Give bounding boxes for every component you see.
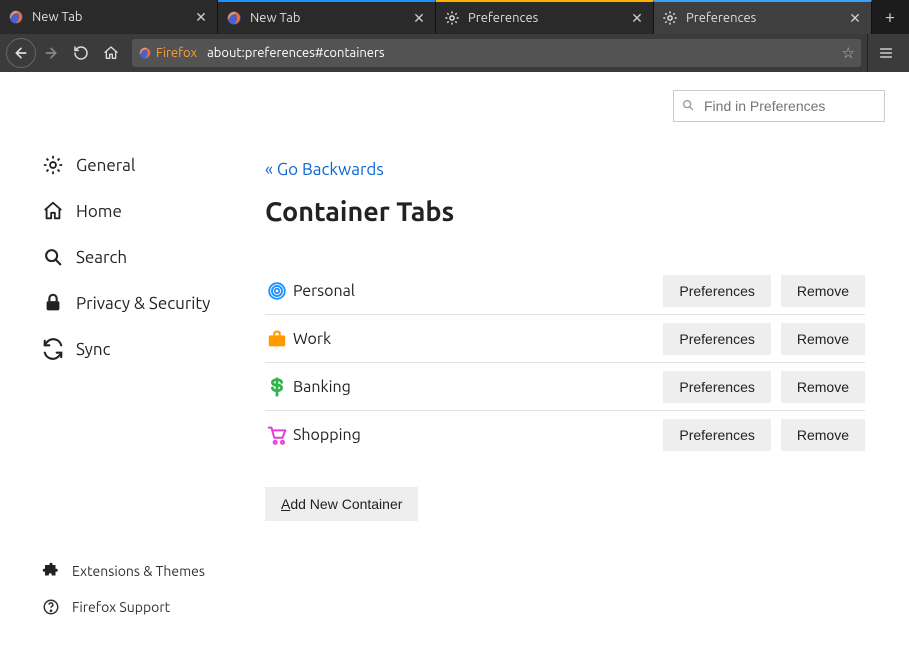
firefox-icon xyxy=(226,10,242,26)
close-icon[interactable]: ✕ xyxy=(629,10,645,26)
back-button[interactable] xyxy=(6,38,36,68)
container-remove-button[interactable]: Remove xyxy=(781,275,865,307)
tab-label: New Tab xyxy=(32,10,193,24)
tab-preferences-1[interactable]: Preferences ✕ xyxy=(436,0,654,34)
url-text: about:preferences#containers xyxy=(207,46,841,60)
container-row-banking: Banking Preferences Remove xyxy=(265,363,865,411)
tab-preferences-2[interactable]: Preferences ✕ xyxy=(654,0,872,34)
sync-icon xyxy=(40,336,66,362)
briefcase-icon xyxy=(265,327,289,351)
puzzle-icon xyxy=(40,560,62,582)
close-icon[interactable]: ✕ xyxy=(411,10,427,26)
brand-label: Firefox xyxy=(156,46,197,60)
sidebar-item-label: Search xyxy=(76,248,127,267)
sidebar-link-support[interactable]: Firefox Support xyxy=(40,589,265,625)
go-back-link[interactable]: « Go Backwards xyxy=(265,160,885,179)
lock-icon xyxy=(40,290,66,316)
sidebar-item-label: Sync xyxy=(76,340,111,359)
tab-label: Preferences xyxy=(468,11,629,25)
container-preferences-button[interactable]: Preferences xyxy=(663,275,770,307)
sidebar-link-label: Firefox Support xyxy=(72,599,170,615)
container-preferences-button[interactable]: Preferences xyxy=(663,419,770,451)
home-icon xyxy=(40,198,66,224)
sidebar-item-home[interactable]: Home xyxy=(40,188,265,234)
page-title: Container Tabs xyxy=(265,197,885,227)
gear-icon xyxy=(40,152,66,178)
fingerprint-icon xyxy=(265,279,289,303)
gear-icon xyxy=(444,10,460,26)
container-name: Banking xyxy=(293,378,653,396)
new-tab-button[interactable]: + xyxy=(872,0,908,34)
container-row-work: Work Preferences Remove xyxy=(265,315,865,363)
tab-label: New Tab xyxy=(250,11,411,25)
cart-icon xyxy=(265,423,289,447)
content-area: General Home Search Privacy & Security S… xyxy=(0,72,909,645)
close-icon[interactable]: ✕ xyxy=(193,9,209,25)
tab-label: Preferences xyxy=(686,11,847,25)
container-list: Personal Preferences Remove Work Prefere… xyxy=(265,267,865,459)
sidebar-item-label: Home xyxy=(76,202,122,221)
preferences-search-input[interactable] xyxy=(673,90,885,122)
container-row-shopping: Shopping Preferences Remove xyxy=(265,411,865,459)
sidebar-item-label: Privacy & Security xyxy=(76,294,210,313)
container-preferences-button[interactable]: Preferences xyxy=(663,371,770,403)
forward-button[interactable] xyxy=(36,38,66,68)
add-container-button[interactable]: Add New Container xyxy=(265,487,418,521)
identity-box[interactable]: Firefox xyxy=(138,46,201,60)
sidebar-item-general[interactable]: General xyxy=(40,142,265,188)
search-icon xyxy=(681,98,695,112)
container-row-personal: Personal Preferences Remove xyxy=(265,267,865,315)
sidebar-footer: Extensions & Themes Firefox Support xyxy=(40,553,265,625)
tab-strip: New Tab ✕ New Tab ✕ Preferences ✕ Prefer… xyxy=(0,0,909,34)
container-remove-button[interactable]: Remove xyxy=(781,371,865,403)
app-menu-button[interactable] xyxy=(867,34,903,72)
container-remove-button[interactable]: Remove xyxy=(781,323,865,355)
container-remove-button[interactable]: Remove xyxy=(781,419,865,451)
firefox-icon xyxy=(138,46,152,60)
help-icon xyxy=(40,596,62,618)
dollar-icon xyxy=(265,375,289,399)
sidebar-link-extensions[interactable]: Extensions & Themes xyxy=(40,553,265,589)
container-name: Work xyxy=(293,330,653,348)
tab-newtab-2[interactable]: New Tab ✕ xyxy=(218,0,436,34)
nav-toolbar: Firefox about:preferences#containers ☆ xyxy=(0,34,909,72)
main-pane: « Go Backwards Container Tabs Personal P… xyxy=(265,72,909,645)
sidebar-link-label: Extensions & Themes xyxy=(72,563,205,579)
url-bar[interactable]: Firefox about:preferences#containers ☆ xyxy=(132,39,861,67)
home-button[interactable] xyxy=(96,38,126,68)
sidebar: General Home Search Privacy & Security S… xyxy=(0,72,265,645)
firefox-icon xyxy=(8,9,24,25)
gear-icon xyxy=(662,10,678,26)
tab-newtab-1[interactable]: New Tab ✕ xyxy=(0,0,218,34)
container-name: Personal xyxy=(293,282,653,300)
reload-button[interactable] xyxy=(66,38,96,68)
sidebar-item-search[interactable]: Search xyxy=(40,234,265,280)
sidebar-item-sync[interactable]: Sync xyxy=(40,326,265,372)
container-preferences-button[interactable]: Preferences xyxy=(663,323,770,355)
sidebar-item-privacy[interactable]: Privacy & Security xyxy=(40,280,265,326)
container-name: Shopping xyxy=(293,426,653,444)
bookmark-star-icon[interactable]: ☆ xyxy=(842,44,855,62)
preferences-search-wrap xyxy=(673,90,885,122)
sidebar-item-label: General xyxy=(76,156,135,175)
search-icon xyxy=(40,244,66,270)
close-icon[interactable]: ✕ xyxy=(847,10,863,26)
